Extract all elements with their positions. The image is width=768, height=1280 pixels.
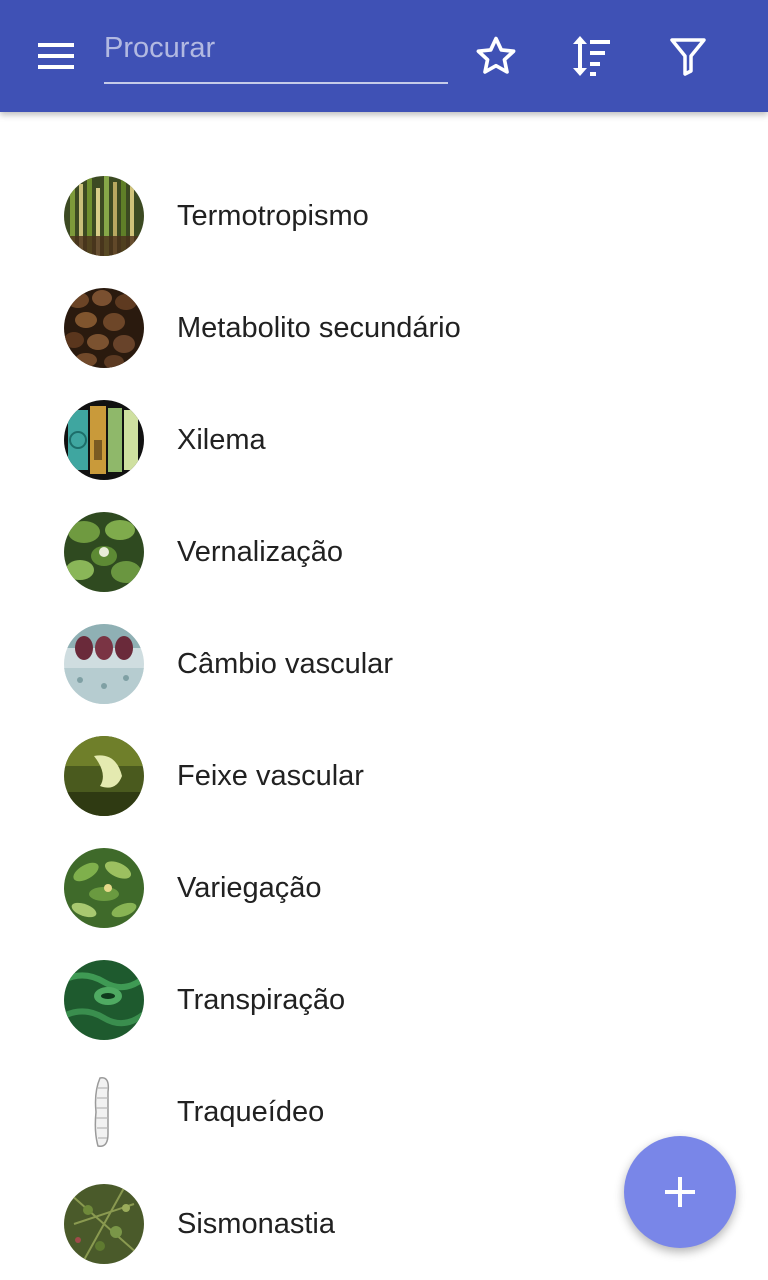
menu-icon [38, 43, 74, 69]
vascular-bundle-photo [64, 736, 144, 816]
item-label: Sismonastia [177, 1208, 335, 1240]
coffee-beans-photo [64, 288, 144, 368]
item-label: Metabolito secundário [177, 312, 461, 344]
menu-button[interactable] [24, 24, 88, 88]
sort-button[interactable] [560, 24, 624, 88]
app-screen: Termotropismo Metabolito secun [0, 0, 768, 1280]
item-label: Feixe vascular [177, 760, 364, 792]
list-item[interactable]: Variegação [0, 832, 768, 944]
top-app-bar [0, 0, 768, 112]
sort-icon [573, 36, 610, 76]
search-field [104, 22, 448, 84]
stoma-micrograph [64, 960, 144, 1040]
list-item[interactable]: Feixe vascular [0, 720, 768, 832]
item-label: Traqueídeo [177, 1096, 325, 1128]
item-label: Variegação [177, 872, 322, 904]
list-item[interactable]: Vernalização [0, 496, 768, 608]
stem-cross-section-micrograph [64, 624, 144, 704]
filter-icon [670, 38, 706, 76]
mimosa-photo [64, 1184, 144, 1264]
item-label: Vernalização [177, 536, 344, 568]
star-outline-icon [476, 36, 516, 74]
add-button[interactable] [624, 1136, 736, 1248]
plus-icon [665, 1177, 695, 1207]
list-item[interactable]: Metabolito secundário [0, 272, 768, 384]
plants-photo [64, 176, 144, 256]
variegated-leaves-photo [64, 848, 144, 928]
list-item[interactable]: Termotropismo [0, 160, 768, 272]
list-item[interactable]: Xilema [0, 384, 768, 496]
leafy-plant-photo [64, 512, 144, 592]
item-label: Transpiração [177, 984, 346, 1016]
filter-button[interactable] [656, 24, 720, 88]
item-label: Xilema [177, 424, 266, 456]
search-input[interactable] [104, 26, 448, 70]
item-label: Câmbio vascular [177, 648, 393, 680]
xylem-micrograph [64, 400, 144, 480]
item-label: Termotropismo [177, 200, 369, 232]
list-item[interactable]: Câmbio vascular [0, 608, 768, 720]
favorites-button[interactable] [464, 24, 528, 88]
tracheid-drawing [64, 1072, 144, 1152]
list-item[interactable]: Transpiração [0, 944, 768, 1056]
